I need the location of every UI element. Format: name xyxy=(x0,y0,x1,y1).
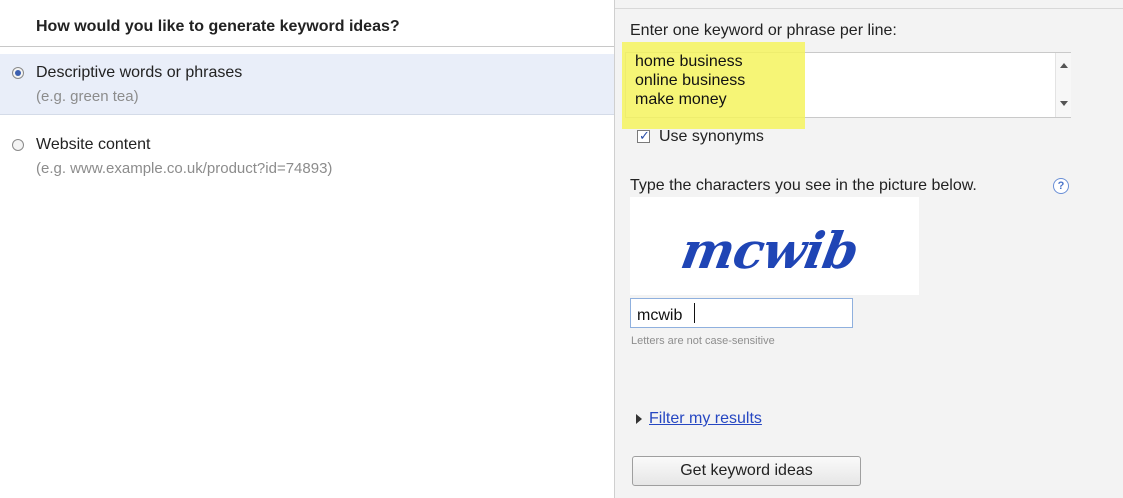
textarea-scrollbar[interactable] xyxy=(1055,53,1071,117)
option-hint: (e.g. green tea) xyxy=(36,88,139,105)
captcha-prompt: Type the characters you see in the pictu… xyxy=(630,177,977,194)
keyword-line: online business xyxy=(635,72,746,89)
radio-icon[interactable] xyxy=(12,67,24,79)
keyword-line: make money xyxy=(635,91,727,108)
option-label: Descriptive words or phrases xyxy=(36,64,243,81)
keyword-lines[interactable]: home business online business make money xyxy=(635,52,745,109)
section-title: How would you like to generate keyword i… xyxy=(36,18,400,35)
option-descriptive-words[interactable]: Descriptive words or phrases (e.g. green… xyxy=(0,54,614,115)
captcha-image: mcwib xyxy=(630,197,919,295)
scroll-up-icon[interactable] xyxy=(1060,63,1068,68)
case-note: Letters are not case-sensitive xyxy=(631,335,775,347)
keyword-line: home business xyxy=(635,53,743,70)
captcha-input[interactable] xyxy=(630,298,853,328)
checkbox-icon[interactable]: ✓ xyxy=(637,128,650,143)
left-panel: How would you like to generate keyword i… xyxy=(0,0,614,498)
right-panel: Enter one keyword or phrase per line: ho… xyxy=(615,0,1123,498)
question-mark-icon[interactable]: ? xyxy=(1053,178,1069,194)
option-website-content[interactable]: Website content (e.g. www.example.co.uk/… xyxy=(0,126,614,186)
use-synonyms-label[interactable]: Use synonyms xyxy=(659,128,764,146)
top-divider xyxy=(615,8,1123,9)
get-keyword-ideas-button[interactable]: Get keyword ideas xyxy=(632,456,861,486)
filter-results-link[interactable]: Filter my results xyxy=(649,410,762,428)
keyword-prompt: Enter one keyword or phrase per line: xyxy=(630,22,897,39)
option-label: Website content xyxy=(36,136,151,153)
option-hint: (e.g. www.example.co.uk/product?id=74893… xyxy=(36,160,333,177)
captcha-image-text: mcwib xyxy=(676,221,863,280)
section-header: How would you like to generate keyword i… xyxy=(0,8,614,47)
triangle-right-icon[interactable] xyxy=(636,414,642,424)
radio-icon[interactable] xyxy=(12,139,24,151)
scroll-down-icon[interactable] xyxy=(1060,101,1068,106)
text-caret xyxy=(694,303,695,323)
